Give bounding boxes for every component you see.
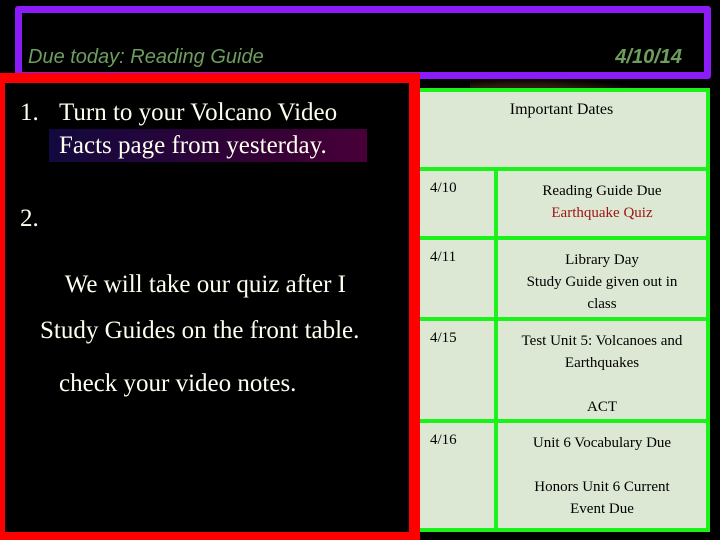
item-line: We will take our quiz after I bbox=[59, 271, 346, 298]
study-guide-note: Study Guides on the front table. bbox=[40, 317, 360, 344]
event-cell: Reading Guide Due Earthquake Quiz bbox=[494, 167, 710, 240]
important-dates-panel: Important Dates 4/10 Reading Guide Due E… bbox=[413, 88, 710, 532]
event-line: Test Unit 5: Volcanoes and bbox=[521, 333, 683, 349]
item-line: check your video notes. bbox=[59, 370, 297, 397]
date-cell: 4/11 bbox=[413, 236, 498, 321]
table-header-row: Important Dates bbox=[413, 88, 710, 171]
date-cell: 4/16 bbox=[413, 419, 498, 532]
event-line: Unit 6 Vocabulary Due bbox=[532, 435, 672, 451]
event-line: Library Day bbox=[565, 252, 639, 268]
event-cell: Unit 6 Vocabulary Due Honors Unit 6 Curr… bbox=[494, 419, 710, 532]
table-row: 4/16 Unit 6 Vocabulary Due Honors Unit 6… bbox=[413, 419, 710, 532]
instructions-box: 1. Turn to your Volcano Video Facts page… bbox=[0, 73, 420, 540]
event-line: Event Due bbox=[570, 501, 634, 517]
event-line: class bbox=[587, 296, 617, 312]
slide-date: 4/10/14 bbox=[615, 46, 682, 68]
event-highlight: Earthquake Quiz bbox=[551, 205, 653, 221]
table-row: 4/15 Test Unit 5: Volcanoes and Earthqua… bbox=[413, 317, 710, 423]
item-line: Turn to your Volcano Video bbox=[59, 99, 338, 126]
item-number: 2. bbox=[20, 205, 39, 232]
date-cell: 4/10 bbox=[413, 167, 498, 240]
item-line: Facts page from yesterday. bbox=[49, 129, 367, 162]
event-line: Honors Unit 6 Current bbox=[534, 479, 670, 495]
date-cell: 4/15 bbox=[413, 317, 498, 423]
event-cell: Library Day Study Guide given out in cla… bbox=[494, 236, 710, 321]
due-today-heading: Due today: Reading Guide bbox=[28, 46, 264, 68]
important-dates-table: Important Dates 4/10 Reading Guide Due E… bbox=[413, 88, 710, 532]
item-number: 1. bbox=[20, 99, 39, 126]
table-title: Important Dates bbox=[413, 88, 710, 171]
event-cell: Test Unit 5: Volcanoes and Earthquakes A… bbox=[494, 317, 710, 423]
title-box: Due today: Reading Guide 4/10/14 bbox=[15, 6, 711, 79]
event-line: Earthquakes bbox=[564, 355, 640, 371]
event-line: Reading Guide Due bbox=[542, 183, 662, 199]
item-text: Turn to your Volcano Video Facts page fr… bbox=[49, 96, 404, 162]
event-line: Study Guide given out in bbox=[526, 274, 678, 290]
event-line: ACT bbox=[587, 399, 617, 415]
table-row: 4/11 Library Day Study Guide given out i… bbox=[413, 236, 710, 321]
table-row: 4/10 Reading Guide Due Earthquake Quiz bbox=[413, 167, 710, 240]
